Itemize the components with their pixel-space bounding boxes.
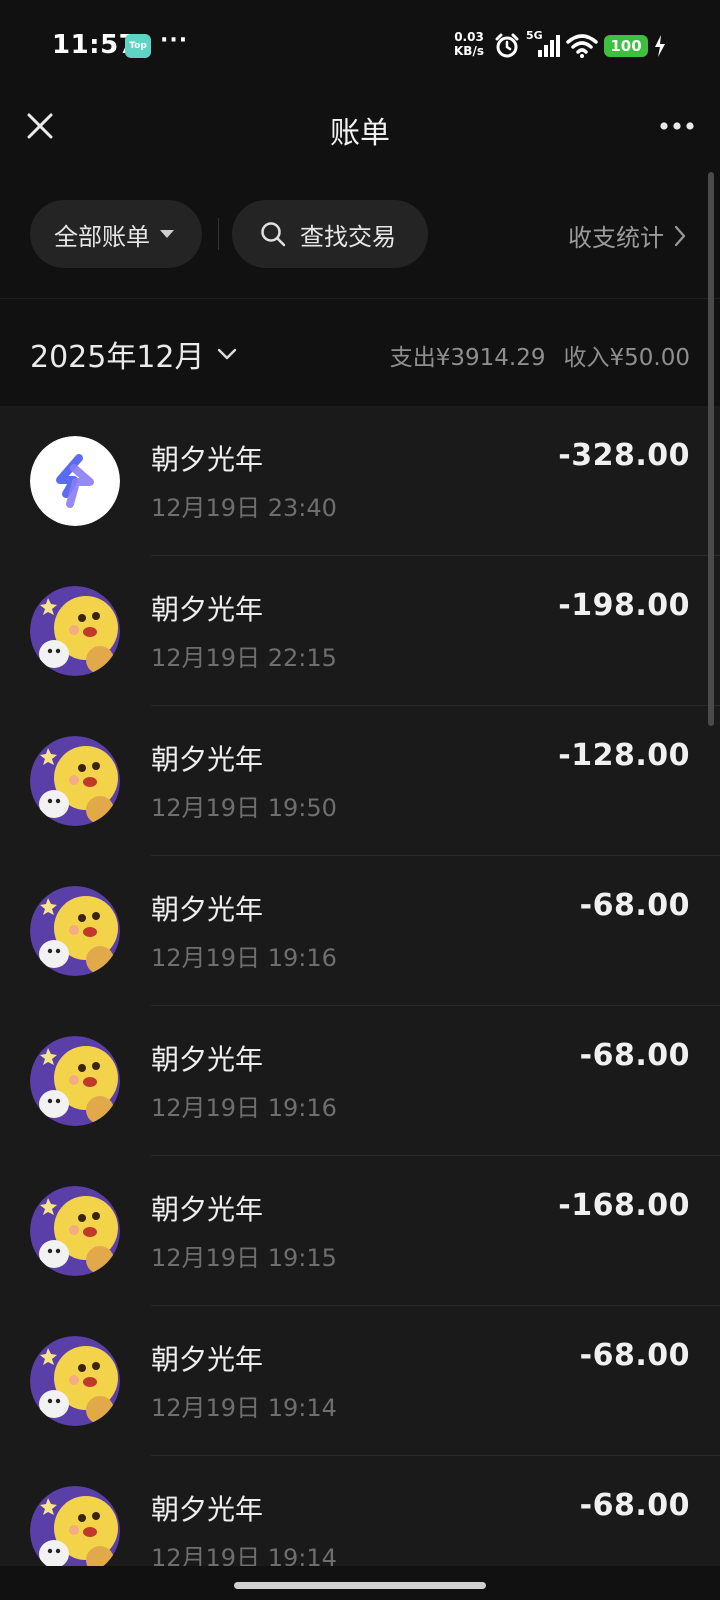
transaction-row[interactable]: 朝夕光年 12月19日 23:40 -328.00 — [0, 406, 720, 556]
transaction-row[interactable]: 朝夕光年 12月19日 22:15 -198.00 — [0, 556, 720, 706]
transaction-row[interactable]: 朝夕光年 12月19日 19:14 -68.00 — [0, 1456, 720, 1566]
transaction-amount: -68.00 — [579, 1338, 690, 1373]
merchant-name: 朝夕光年 — [151, 1043, 264, 1076]
transaction-time: 12月19日 19:16 — [151, 1094, 337, 1122]
merchant-avatar-cartoon-icon — [30, 1186, 120, 1276]
merchant-avatar-cartoon-icon — [30, 736, 120, 826]
merchant-avatar-cartoon-icon — [30, 1336, 120, 1426]
income-total: 收入¥50.00 — [563, 345, 690, 371]
merchant-name: 朝夕光年 — [151, 593, 264, 626]
merchant-name: 朝夕光年 — [151, 893, 264, 926]
merchant-name: 朝夕光年 — [151, 1193, 264, 1226]
transaction-time: 12月19日 23:40 — [151, 494, 337, 522]
transaction-list: 朝夕光年 12月19日 23:40 -328.00 朝夕光年 12月19日 22… — [0, 406, 720, 1566]
merchant-name: 朝夕光年 — [151, 443, 264, 476]
transaction-time: 12月19日 19:14 — [151, 1544, 337, 1566]
search-transactions-button[interactable]: 查找交易 — [232, 200, 428, 268]
merchant-avatar-cartoon-icon — [30, 1486, 120, 1566]
merchant-avatar-cartoon-icon — [30, 886, 120, 976]
transaction-row[interactable]: 朝夕光年 12月19日 19:50 -128.00 — [0, 706, 720, 856]
page-title: 账单 — [330, 116, 390, 151]
merchant-logo-bolt-icon — [30, 436, 120, 526]
chevron-down-icon — [217, 348, 236, 360]
merchant-name: 朝夕光年 — [151, 1343, 264, 1376]
transaction-row[interactable]: 朝夕光年 12月19日 19:15 -168.00 — [0, 1156, 720, 1306]
caret-down-icon — [160, 230, 174, 238]
network-speed-unit: KB/s — [454, 44, 484, 58]
transaction-amount: -328.00 — [558, 438, 690, 473]
search-label: 查找交易 — [300, 222, 396, 251]
top-app-icon: Top — [125, 34, 151, 58]
network-speed: 0.03 KB/s — [454, 30, 484, 58]
transaction-amount: -68.00 — [579, 888, 690, 923]
month-selector[interactable]: 2025年12月 — [30, 332, 237, 376]
month-summary-row: 2025年12月 支出¥3914.29 收入¥50.00 — [0, 318, 720, 388]
transaction-amount: -198.00 — [558, 588, 690, 623]
home-indicator[interactable] — [234, 1582, 486, 1589]
more-options-button[interactable] — [652, 104, 702, 148]
filter-divider — [218, 218, 219, 250]
more-icon — [660, 122, 694, 130]
status-bar: 11:57 Top ··· 0.03 KB/s 5G 100 — [0, 0, 720, 92]
bill-screen: 11:57 Top ··· 0.03 KB/s 5G 100 账单 全部账单 查… — [0, 0, 720, 1600]
more-notifications-icon: ··· — [160, 28, 189, 53]
scrollbar[interactable] — [708, 172, 714, 726]
transaction-amount: -68.00 — [579, 1038, 690, 1073]
network-speed-value: 0.03 — [454, 30, 484, 44]
top-bar: 账单 — [0, 92, 720, 164]
stats-label: 收支统计 — [568, 224, 664, 252]
month-totals: 支出¥3914.29 收入¥50.00 — [390, 338, 690, 372]
merchant-name: 朝夕光年 — [151, 1493, 264, 1526]
all-bills-label: 全部账单 — [54, 222, 150, 251]
section-divider — [0, 298, 720, 299]
income-expense-stats-link[interactable]: 收支统计 — [568, 218, 686, 253]
transaction-time: 12月19日 19:50 — [151, 794, 337, 822]
search-icon — [261, 222, 286, 247]
signal-icon: 5G — [526, 29, 560, 59]
filter-row: 全部账单 查找交易 收支统计 — [0, 200, 720, 270]
transaction-amount: -68.00 — [579, 1488, 690, 1523]
battery-icon: 100 — [604, 35, 648, 57]
merchant-avatar-cartoon-icon — [30, 586, 120, 676]
transaction-time: 12月19日 22:15 — [151, 644, 337, 672]
transaction-time: 12月19日 19:16 — [151, 944, 337, 972]
merchant-avatar-cartoon-icon — [30, 1036, 120, 1126]
wifi-icon — [566, 34, 598, 58]
transaction-time: 12月19日 19:15 — [151, 1244, 337, 1272]
transaction-row[interactable]: 朝夕光年 12月19日 19:16 -68.00 — [0, 1006, 720, 1156]
transaction-row[interactable]: 朝夕光年 12月19日 19:16 -68.00 — [0, 856, 720, 1006]
expense-total: 支出¥3914.29 — [389, 345, 546, 371]
all-bills-dropdown[interactable]: 全部账单 — [30, 200, 202, 268]
transaction-row[interactable]: 朝夕光年 12月19日 19:14 -68.00 — [0, 1306, 720, 1456]
alarm-icon — [495, 33, 519, 58]
status-icons: 5G 100 — [494, 29, 666, 60]
chevron-right-icon — [674, 225, 686, 246]
transaction-amount: -168.00 — [558, 1188, 690, 1223]
merchant-name: 朝夕光年 — [151, 743, 264, 776]
transaction-time: 12月19日 19:14 — [151, 1394, 337, 1422]
month-label: 2025年12月 — [30, 340, 205, 375]
charging-icon — [655, 35, 665, 57]
transaction-amount: -128.00 — [558, 738, 690, 773]
